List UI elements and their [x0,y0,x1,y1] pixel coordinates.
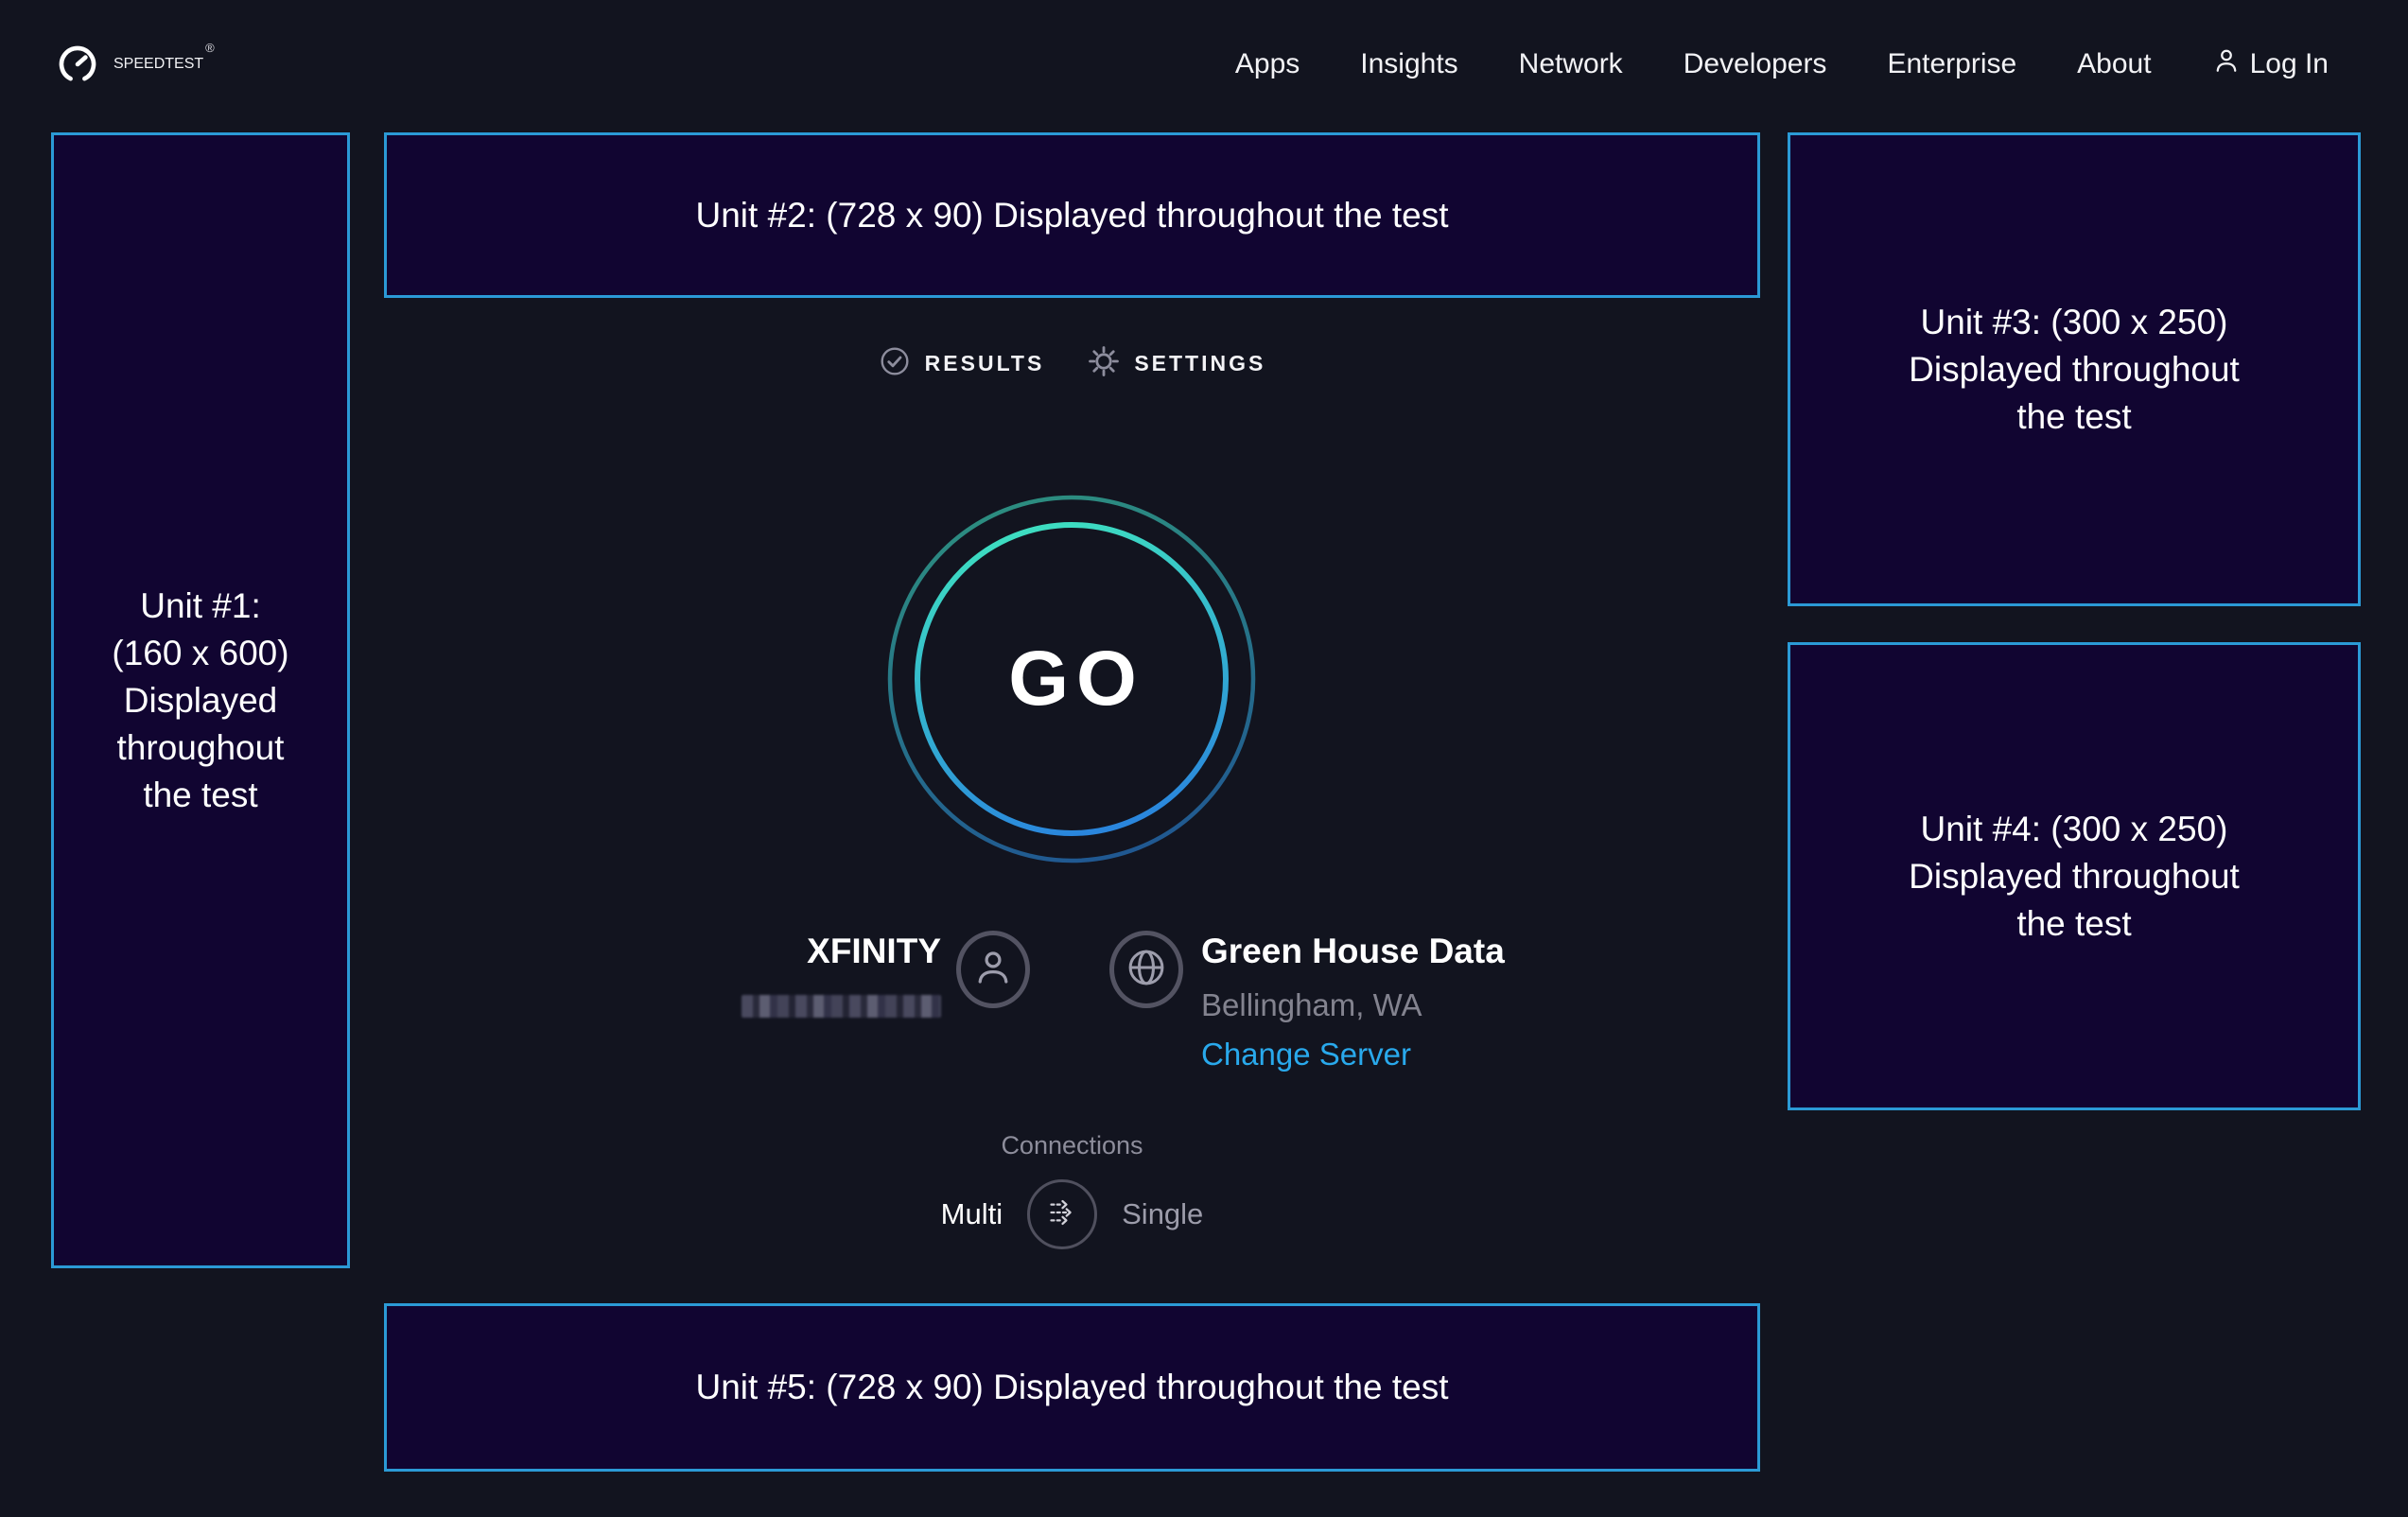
login-button[interactable]: Log In [2212,46,2329,82]
tab-settings[interactable]: SETTINGS [1088,345,1265,382]
ad-text-line: the test [2016,393,2131,441]
tab-settings-label: SETTINGS [1134,351,1265,376]
nav-item-network[interactable]: Network [1519,48,1623,80]
tab-results-label: RESULTS [925,351,1045,376]
ad-text-line: Unit #2: (728 x 90) Displayed throughout… [696,192,1449,239]
ad-text-line: Displayed throughout [1909,346,2240,393]
ad-text-line: throughout [117,724,285,772]
ad-unit-2-leaderboard[interactable]: Unit #2: (728 x 90) Displayed throughout… [384,132,1760,298]
multi-arrows-icon [1040,1191,1084,1239]
logo-trademark: ® [205,41,215,55]
connections-toggle-row: Multi Single [384,1177,1760,1252]
top-navigation-bar: SPEEDTEST® Apps Insights Network Develop… [0,0,2408,129]
go-button-label: GO [882,490,1261,868]
go-button[interactable]: GO [882,490,1261,868]
server-name: Green House Data [1201,932,1505,971]
nav-item-insights[interactable]: Insights [1360,48,1457,80]
nav-item-about[interactable]: About [2077,48,2151,80]
ad-text-line: (160 x 600) [112,630,288,677]
ad-unit-1-skyscraper[interactable]: Unit #1: (160 x 600) Displayed throughou… [51,132,350,1268]
ad-text-line: the test [2016,900,2131,948]
speedometer-icon [55,40,100,90]
change-server-link[interactable]: Change Server [1201,1037,1411,1072]
ad-unit-4-rectangle[interactable]: Unit #4: (300 x 250) Displayed throughou… [1788,642,2361,1110]
ad-unit-5-leaderboard[interactable]: Unit #5: (728 x 90) Displayed throughout… [384,1303,1760,1472]
ad-text-line: Unit #1: [140,583,261,630]
server-location: Bellingham, WA [1201,987,1422,1023]
connections-heading: Connections [384,1131,1760,1160]
isp-avatar [956,931,1030,1008]
globe-icon [1125,946,1168,994]
login-label: Log In [2250,48,2329,80]
server-avatar [1109,931,1183,1008]
connections-option-multi[interactable]: Multi [941,1197,1003,1231]
user-icon [971,946,1015,994]
ip-address-redacted [742,995,941,1018]
tab-results[interactable]: RESULTS [879,345,1045,382]
ad-text-line: Unit #4: (300 x 250) [1921,806,2228,853]
ad-unit-3-rectangle[interactable]: Unit #3: (300 x 250) Displayed throughou… [1788,132,2361,606]
nav-item-enterprise[interactable]: Enterprise [1887,48,2016,80]
ad-text-line: Unit #3: (300 x 250) [1921,299,2228,346]
nav-item-developers[interactable]: Developers [1684,48,1827,80]
results-settings-tabs: RESULTS SETTINGS [384,339,1760,388]
ad-text-line: Displayed throughout [1909,853,2240,900]
check-circle-icon [879,345,911,382]
logo-text: SPEEDTEST® [113,56,215,73]
speedtest-logo[interactable]: SPEEDTEST® [55,40,215,90]
ad-text-line: Unit #5: (728 x 90) Displayed throughout… [696,1364,1449,1411]
nav-item-apps[interactable]: Apps [1235,48,1300,80]
ad-text-line: the test [143,772,257,819]
connections-toggle[interactable] [1027,1179,1097,1249]
isp-name: XFINITY [676,932,941,971]
connections-option-single[interactable]: Single [1122,1197,1203,1231]
ad-text-line: Displayed [124,677,277,724]
main-nav: Apps Insights Network Developers Enterpr… [1235,46,2329,82]
gear-icon [1088,345,1120,382]
user-icon [2212,46,2241,82]
